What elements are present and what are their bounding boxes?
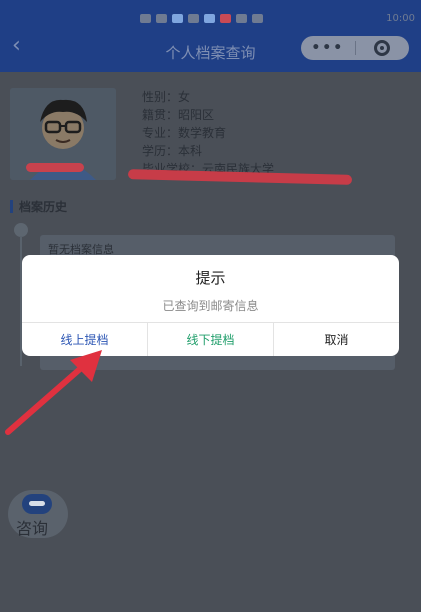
gender-label: 性别： xyxy=(142,90,179,104)
wechat-icon xyxy=(188,13,199,23)
origin-row: 籍贯：昭阳区 xyxy=(142,106,274,124)
dialog-message: 已查询到邮寄信息 xyxy=(162,299,259,313)
gender-value: 女 xyxy=(178,90,191,104)
status-time: 10:00 xyxy=(386,12,415,24)
history-section-title: 档案历史 xyxy=(19,200,68,214)
top-bar: 10:00 ‹ 个人档案查询 ••• xyxy=(0,0,421,72)
consult-label: 咨询 xyxy=(16,519,49,538)
cancel-button[interactable]: 取消 xyxy=(274,323,399,356)
app-notification-icon-red xyxy=(220,13,231,23)
status-bar: 10:00 xyxy=(140,10,415,26)
timeline-dot xyxy=(14,223,28,237)
miniprogram-capsule: ••• xyxy=(301,36,409,60)
app-notification-icon xyxy=(172,13,183,23)
target-icon xyxy=(374,40,391,56)
annotation-arrow-icon xyxy=(5,350,102,435)
profile-info: 性别：女 籍贯：昭阳区 专业：数学教育 学历：本科 毕业学校：云南民族大学 xyxy=(142,88,274,178)
degree-label: 学历： xyxy=(142,144,179,158)
app-notification-icon-2 xyxy=(204,13,215,23)
close-miniprogram-button[interactable] xyxy=(356,40,410,56)
offline-retrieve-button[interactable]: 线下提档 xyxy=(148,323,274,356)
history-section-header: 档案历史 xyxy=(10,198,67,215)
signal-icon xyxy=(156,13,167,23)
major-row: 专业：数学教育 xyxy=(142,124,274,142)
dialog-title: 提示 xyxy=(195,269,226,287)
section-accent-bar xyxy=(10,200,13,213)
redaction-mark xyxy=(26,163,84,172)
degree-value: 本科 xyxy=(178,144,203,158)
robot-eyes xyxy=(29,501,45,506)
origin-label: 籍贯： xyxy=(142,108,179,122)
wifi-icon xyxy=(236,13,247,23)
origin-value: 昭阳区 xyxy=(178,108,215,122)
more-menu-button[interactable]: ••• xyxy=(301,40,355,56)
redaction-stroke xyxy=(127,169,353,185)
major-value: 数学教育 xyxy=(178,126,227,140)
degree-row: 学历：本科 xyxy=(142,142,274,160)
battery-icon xyxy=(252,13,263,23)
notification-icon xyxy=(140,13,151,23)
gender-row: 性别：女 xyxy=(142,88,274,106)
major-label: 专业： xyxy=(142,126,179,140)
consult-button[interactable]: 咨询 xyxy=(0,490,72,550)
